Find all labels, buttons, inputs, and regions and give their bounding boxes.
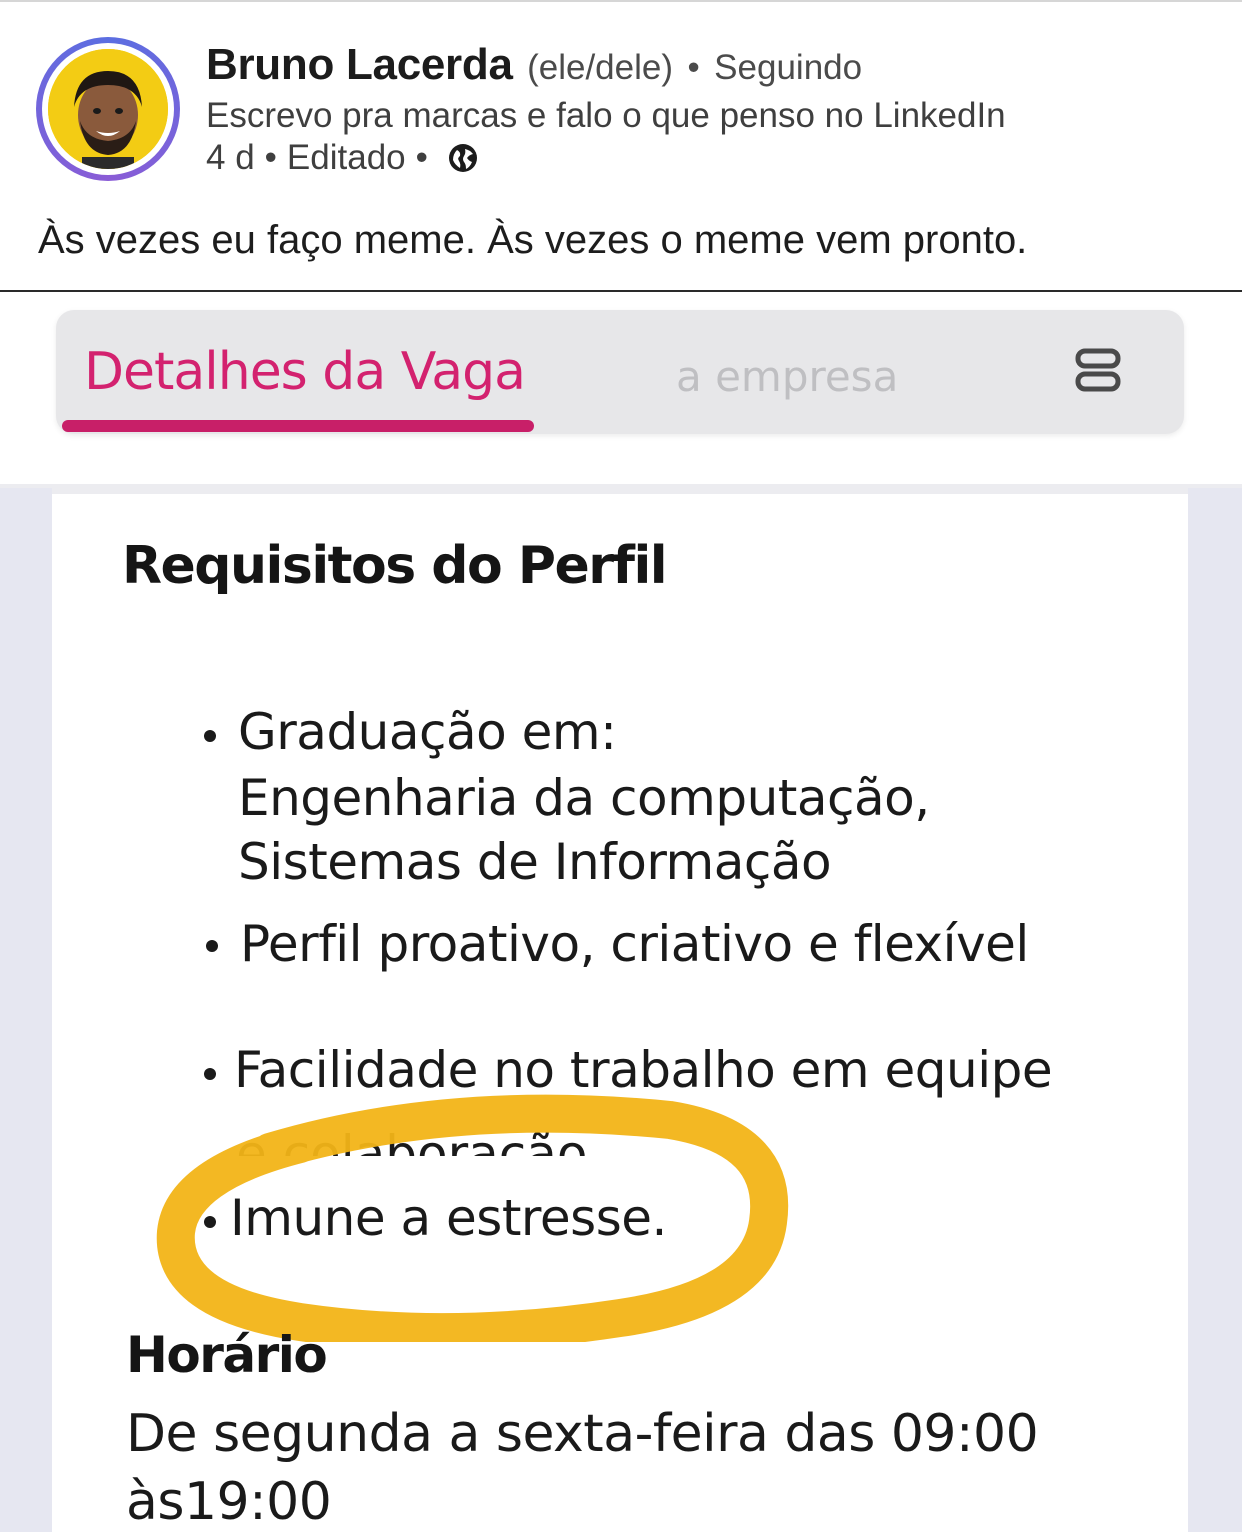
post-age: 4 d (206, 138, 255, 177)
face-illustration (48, 49, 168, 169)
bullet (204, 1216, 216, 1228)
schedule-text: De segunda a sexta-feira das 09:00 (126, 1404, 1039, 1464)
card-left-margin (0, 488, 52, 1532)
globe-icon (448, 144, 477, 172)
menu-icon[interactable] (1074, 346, 1122, 394)
separator-dot: • (687, 48, 700, 87)
requirement-item: Graduação em: (238, 703, 617, 761)
separator-dot: • (264, 138, 277, 177)
requirement-item-continued: Sistemas de Informação (238, 833, 832, 891)
bullet (204, 1068, 216, 1080)
following-status[interactable]: Seguindo (714, 48, 862, 87)
post-meta: 4 d • Editado • (206, 138, 478, 178)
author-line: Bruno Lacerda (ele/dele) • Seguindo (206, 40, 862, 90)
card-top-edge (0, 484, 1242, 494)
bullet (204, 730, 216, 742)
active-tab-indicator (62, 420, 534, 432)
schedule-title: Horário (126, 1326, 328, 1384)
requirements-title: Requisitos do Perfil (122, 536, 668, 596)
author-name[interactable]: Bruno Lacerda (206, 40, 513, 89)
requirement-item: Perfil proativo, criativo e flexível (240, 915, 1029, 973)
top-divider (0, 0, 1242, 2)
author-headline: Escrevo pra marcas e falo o que penso no… (206, 96, 1006, 135)
tab-job-details[interactable]: Detalhes da Vaga (84, 342, 526, 402)
bullet (206, 940, 218, 952)
profile-photo (48, 49, 168, 169)
avatar[interactable] (36, 37, 180, 181)
author-pronouns: (ele/dele) (527, 48, 673, 87)
requirement-item-highlighted: Imune a estresse. (230, 1189, 667, 1247)
tab-company[interactable]: a empresa (676, 352, 898, 401)
tab-bar: Detalhes da Vaga a empresa (56, 310, 1184, 434)
separator-dot: • (415, 138, 428, 177)
schedule-text: às19:00 (126, 1472, 332, 1532)
requirement-item-continued: Engenharia da computação, (238, 769, 930, 827)
edited-label: Editado (286, 138, 406, 177)
post-caption: Às vezes eu faço meme. Às vezes o meme v… (38, 218, 1028, 262)
card-right-margin (1188, 488, 1242, 1532)
post-image[interactable]: Detalhes da Vaga a empresa Requisitos do… (0, 290, 1242, 1532)
